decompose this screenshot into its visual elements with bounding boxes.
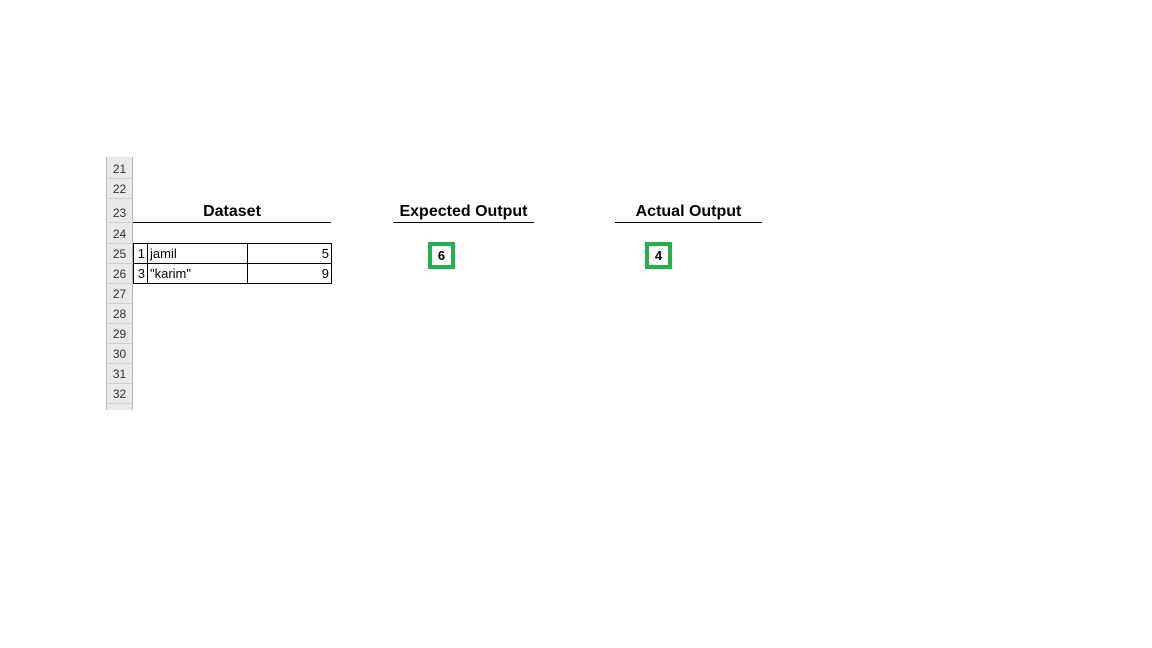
row-header-21[interactable]: 21 [106,159,133,179]
actual-output-heading: Actual Output [615,201,762,223]
dataset-cell-name[interactable]: "karim" [147,263,248,284]
dataset-heading: Dataset [133,201,331,223]
row-header-30[interactable]: 30 [106,344,133,364]
dataset-cell-index[interactable]: 1 [133,243,148,264]
row-header-31[interactable]: 31 [106,364,133,384]
spreadsheet-area: 21 22 23 24 25 26 27 28 29 30 31 32 Data… [0,0,1152,648]
actual-output-value[interactable]: 4 [645,242,672,269]
row-header-23[interactable]: 23 [106,203,133,223]
row-header-26[interactable]: 26 [106,264,133,284]
dataset-cell-name[interactable]: jamil [147,243,248,264]
expected-output-value[interactable]: 6 [428,242,455,269]
row-header-29[interactable]: 29 [106,324,133,344]
dataset-cell-value[interactable]: 9 [247,263,332,284]
dataset-cell-index[interactable]: 3 [133,263,148,284]
row-header-32[interactable]: 32 [106,384,133,404]
dataset-cell-value[interactable]: 5 [247,243,332,264]
row-header-27[interactable]: 27 [106,284,133,304]
row-header-25[interactable]: 25 [106,244,133,264]
row-header-22[interactable]: 22 [106,179,133,199]
row-header-28[interactable]: 28 [106,304,133,324]
row-header-24[interactable]: 24 [106,224,133,244]
expected-output-heading: Expected Output [393,201,534,223]
